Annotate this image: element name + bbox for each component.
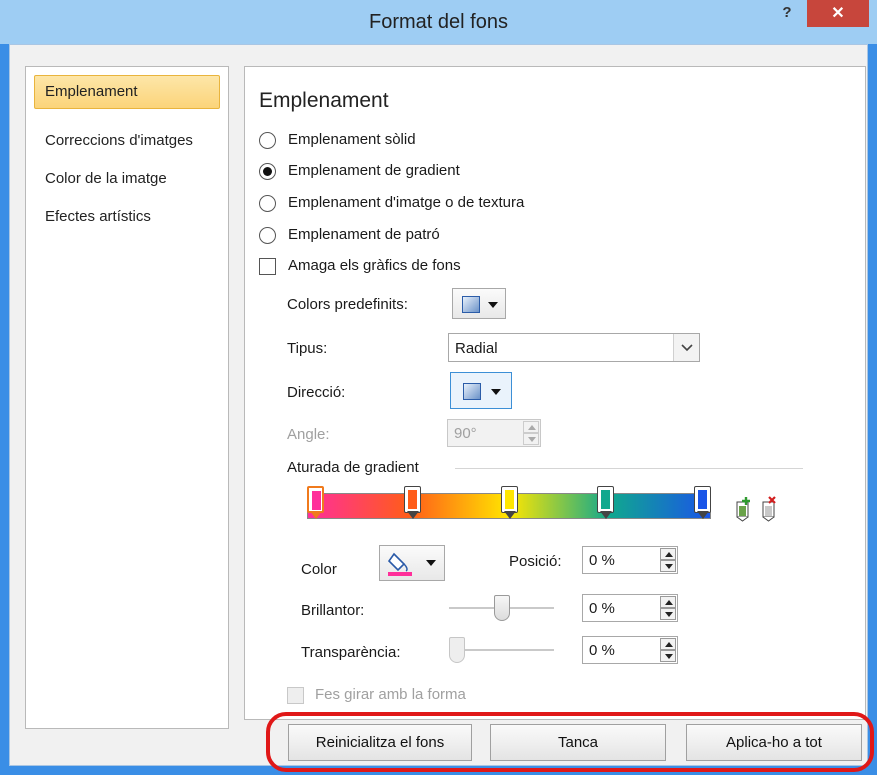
picture-fill-label[interactable]: Emplenament d'imatge o de textura: [288, 194, 524, 211]
gradient-fill-radio[interactable]: [259, 163, 276, 180]
brightness-label: Brillantor:: [301, 602, 365, 619]
direction-dropdown[interactable]: [450, 372, 512, 409]
sidebar-item-picture-corrections[interactable]: Correccions d'imatges: [34, 124, 220, 158]
angle-down-icon[interactable]: [523, 433, 539, 445]
transparency-value: 0 %: [589, 642, 615, 659]
position-spinner[interactable]: 0 %: [582, 546, 678, 574]
dialog-title: Format del fons: [369, 11, 508, 33]
position-label: Posició:: [509, 553, 562, 570]
angle-spinner[interactable]: 90°: [447, 419, 541, 447]
type-select-button[interactable]: [673, 334, 699, 361]
brightness-value: 0 %: [589, 600, 615, 617]
rotate-with-shape-checkbox[interactable]: [287, 687, 304, 704]
angle-up-icon[interactable]: [523, 421, 539, 433]
position-down-icon[interactable]: [660, 560, 676, 572]
transparency-label: Transparència:: [301, 644, 401, 661]
position-value: 0 %: [589, 552, 615, 569]
position-up-icon[interactable]: [660, 548, 676, 560]
help-button[interactable]: ?: [775, 4, 799, 28]
direction-swatch-icon: [463, 383, 481, 400]
chevron-down-icon: [426, 560, 436, 566]
angle-value: 90°: [454, 425, 477, 442]
chevron-down-icon: [681, 344, 693, 352]
gradient-stop-2[interactable]: [403, 486, 421, 520]
gradient-swatch-icon: [462, 296, 480, 313]
transparency-spinner[interactable]: 0 %: [582, 636, 678, 664]
transparency-down-icon[interactable]: [660, 650, 676, 662]
highlight-annotation: [266, 712, 874, 772]
hide-graphics-label[interactable]: Amaga els gràfics de fons: [288, 257, 461, 274]
solid-fill-radio[interactable]: [259, 132, 276, 149]
type-value: Radial: [455, 340, 498, 357]
add-stop-button[interactable]: [731, 495, 753, 522]
hide-graphics-checkbox[interactable]: [259, 258, 276, 275]
close-window-button[interactable]: ✕: [807, 0, 869, 27]
type-label: Tipus:: [287, 340, 328, 357]
gradient-stop-3[interactable]: [500, 486, 518, 520]
gradient-fill-label[interactable]: Emplenament de gradient: [288, 162, 460, 179]
sidebar-item-artistic-effects[interactable]: Efectes artístics: [34, 200, 220, 234]
angle-label: Angle:: [287, 426, 330, 443]
gradient-stops-label: Aturada de gradient: [287, 459, 419, 476]
section-divider: [455, 468, 803, 469]
gradient-stop-5[interactable]: [694, 486, 711, 520]
stop-color-dropdown[interactable]: [379, 545, 445, 581]
panel-heading: Emplenament: [259, 89, 389, 112]
add-gradient-stop-icon: [736, 497, 750, 522]
brightness-slider-thumb[interactable]: [493, 595, 510, 621]
preset-colors-dropdown[interactable]: [452, 288, 506, 319]
remove-gradient-stop-icon: [762, 496, 776, 522]
pattern-fill-radio[interactable]: [259, 227, 276, 244]
paint-bucket-icon: [387, 552, 412, 576]
sidebar-item-fill[interactable]: Emplenament: [34, 75, 220, 109]
rotate-with-shape-label[interactable]: Fes girar amb la forma: [315, 686, 466, 703]
direction-label: Direcció:: [287, 384, 346, 401]
color-label: Color: [301, 561, 337, 578]
sidebar-item-picture-color[interactable]: Color de la imatge: [34, 162, 220, 196]
transparency-slider-thumb[interactable]: [449, 637, 465, 663]
brightness-spinner[interactable]: 0 %: [582, 594, 678, 622]
gradient-stop-4[interactable]: [597, 486, 615, 520]
brightness-up-icon[interactable]: [660, 596, 676, 608]
brightness-down-icon[interactable]: [660, 608, 676, 620]
picture-fill-radio[interactable]: [259, 195, 276, 212]
pattern-fill-label[interactable]: Emplenament de patró: [288, 226, 440, 243]
title-bar[interactable]: Format del fons ? ✕: [0, 0, 877, 44]
category-sidebar: Emplenament Correccions d'imatges Color …: [25, 66, 229, 729]
chevron-down-icon: [491, 389, 501, 395]
fill-panel: Emplenament Emplenament sòlid Emplenamen…: [244, 66, 866, 720]
solid-fill-label[interactable]: Emplenament sòlid: [288, 131, 416, 148]
type-select[interactable]: Radial: [448, 333, 700, 362]
chevron-down-icon: [488, 302, 498, 308]
preset-colors-label: Colors predefinits:: [287, 296, 408, 313]
transparency-up-icon[interactable]: [660, 638, 676, 650]
remove-stop-button[interactable]: [757, 495, 779, 522]
gradient-stop-1[interactable]: [307, 486, 324, 520]
